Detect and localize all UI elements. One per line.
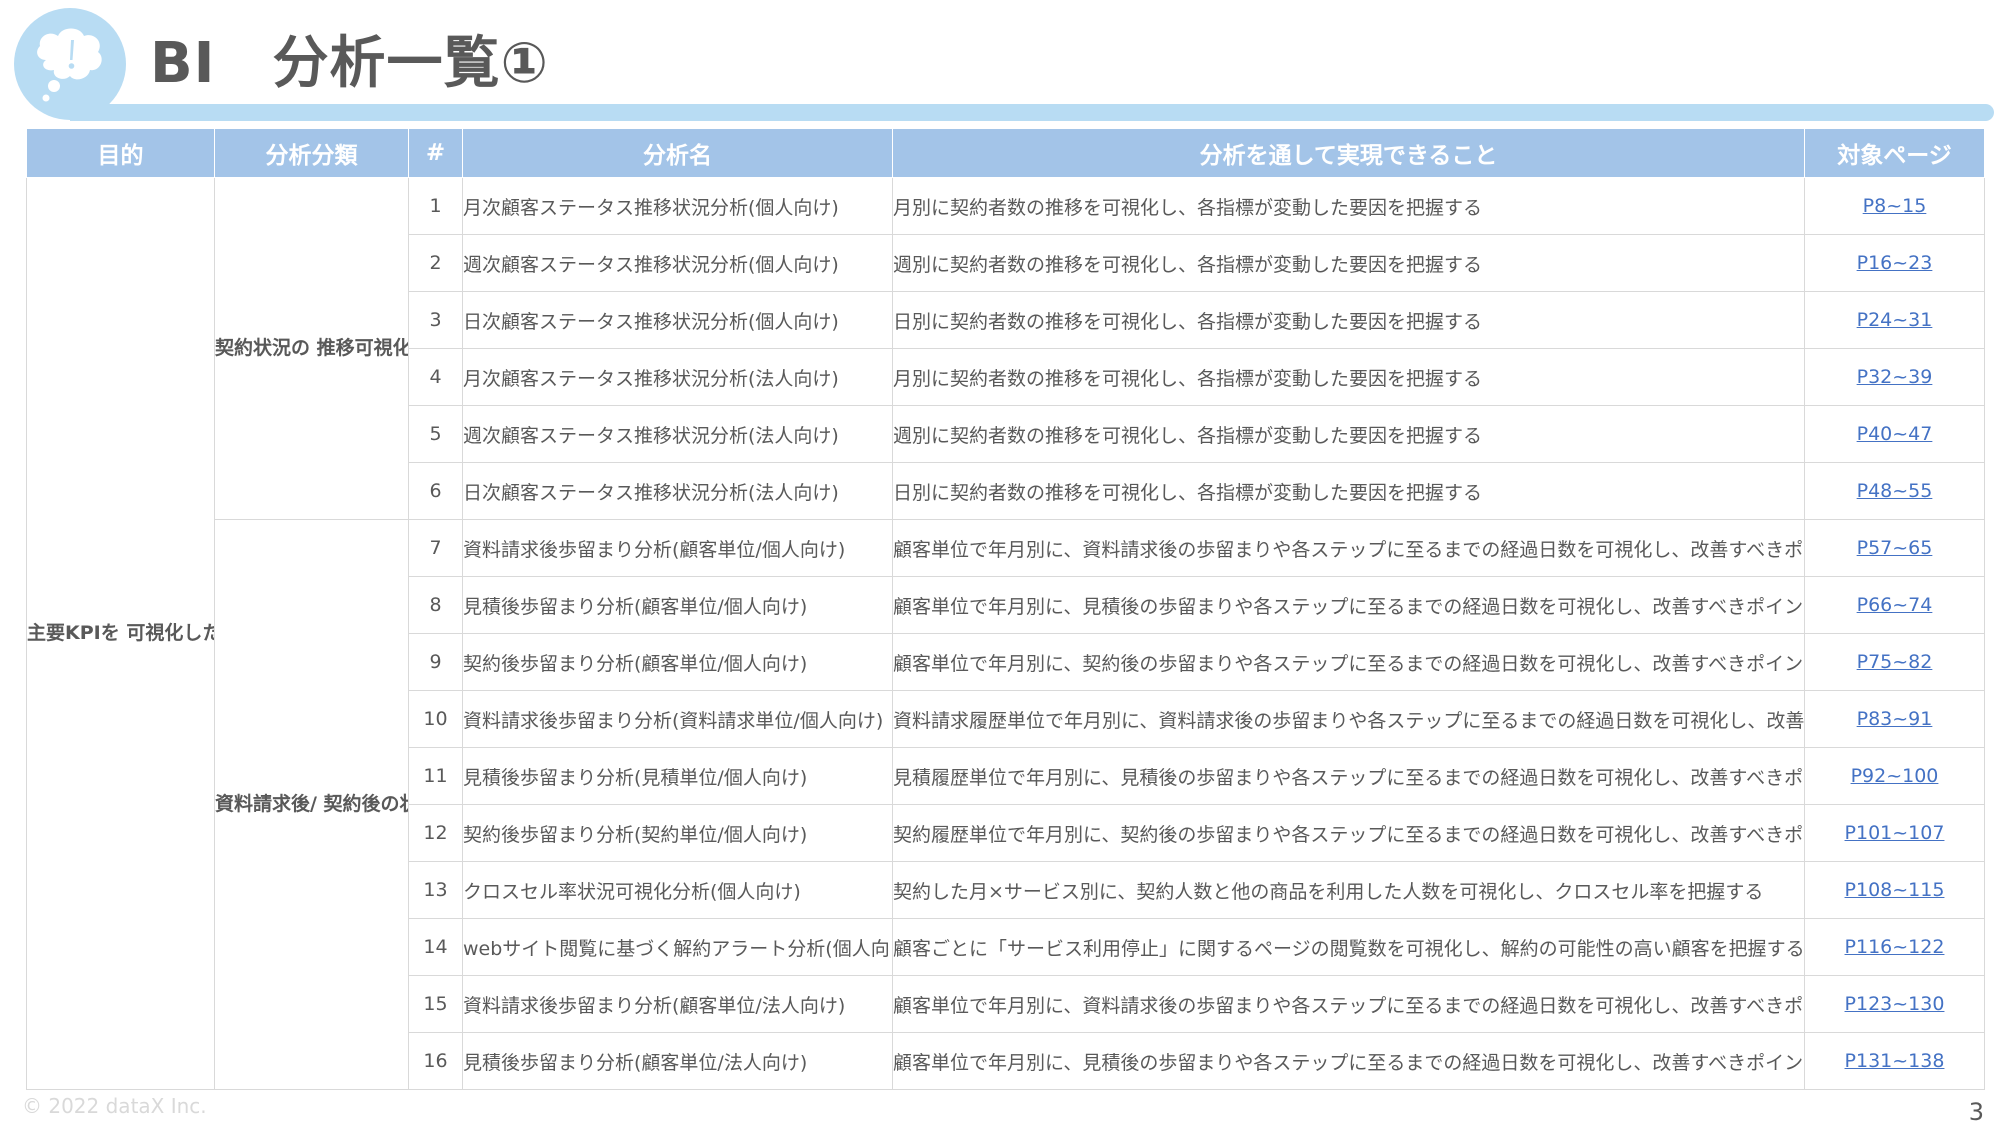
row-number: 14 [408, 918, 463, 976]
copyright-text: © 2022 dataX Inc. [22, 1094, 207, 1118]
row-number: 11 [408, 747, 463, 805]
row-number: 1 [408, 177, 463, 235]
analysis-description: 日別に契約者数の推移を可視化し、各指標が変動した要因を把握する [892, 291, 1805, 349]
analysis-name: 週次顧客ステータス推移状況分析(法人向け) [462, 405, 893, 463]
page-link[interactable]: P48~55 [1857, 480, 1933, 502]
analysis-name: 日次顧客ステータス推移状況分析(法人向け) [462, 462, 893, 520]
page-link[interactable]: P8~15 [1863, 195, 1927, 217]
row-number: 16 [408, 1032, 463, 1090]
analysis-name: 資料請求後歩留まり分析(資料請求単位/個人向け) [462, 690, 893, 748]
page-link[interactable]: P57~65 [1857, 537, 1933, 559]
page-link[interactable]: P83~91 [1857, 708, 1933, 730]
analysis-name: 見積後歩留まり分析(見積単位/個人向け) [462, 747, 893, 805]
analysis-name: 週次顧客ステータス推移状況分析(個人向け) [462, 234, 893, 292]
analysis-description: 週別に契約者数の推移を可視化し、各指標が変動した要因を把握する [892, 405, 1805, 463]
analysis-description: 顧客単位で年月別に、資料請求後の歩留まりや各ステップに至るまでの経過日数を可視化… [892, 975, 1805, 1033]
analysis-name: 資料請求後歩留まり分析(顧客単位/個人向け) [462, 519, 893, 577]
table-row: 主要KPIを 可視化したい 契約状況の 推移可視化 1 月次顧客ステータス推移状… [26, 177, 1985, 1090]
analysis-name: クロスセル率状況可視化分析(個人向け) [462, 861, 893, 919]
table-header-row: 目的 分析分類 # 分析名 分析を通して実現できること 対象ページ [26, 128, 1985, 178]
analysis-name: 月次顧客ステータス推移状況分析(法人向け) [462, 348, 893, 406]
analysis-description: 月別に契約者数の推移を可視化し、各指標が変動した要因を把握する [892, 348, 1805, 406]
page-link[interactable]: P123~130 [1845, 993, 1945, 1015]
row-number: 8 [408, 576, 463, 634]
row-number: 12 [408, 804, 463, 862]
header-purpose: 目的 [26, 128, 215, 178]
analysis-description: 顧客単位で年月別に、契約後の歩留まりや各ステップに至るまでの経過日数を可視化し、… [892, 633, 1805, 691]
page-number: 3 [1968, 1098, 1984, 1126]
category-cell-post-request: 資料請求後/ 契約後の状況の 可視化 (1/2) [214, 519, 409, 1090]
header-number: # [408, 128, 463, 178]
analysis-table: 目的 分析分類 # 分析名 分析を通して実現できること 対象ページ 主要KPIを… [26, 128, 1985, 1090]
row-number: 2 [408, 234, 463, 292]
analysis-description: 契約した月×サービス別に、契約人数と他の商品を利用した人数を可視化し、クロスセル… [892, 861, 1805, 919]
purpose-cell: 主要KPIを 可視化したい [26, 177, 215, 1090]
row-number: 15 [408, 975, 463, 1033]
analysis-name: 日次顧客ステータス推移状況分析(個人向け) [462, 291, 893, 349]
title-underline-bar [70, 104, 1994, 121]
analysis-description: 月別に契約者数の推移を可視化し、各指標が変動した要因を把握する [892, 177, 1805, 235]
header-target-page: 対象ページ [1804, 128, 1985, 178]
page-link[interactable]: P101~107 [1845, 822, 1945, 844]
row-number: 7 [408, 519, 463, 577]
page-link[interactable]: P75~82 [1857, 651, 1933, 673]
analysis-description: 週別に契約者数の推移を可視化し、各指標が変動した要因を把握する [892, 234, 1805, 292]
header-category: 分析分類 [214, 128, 409, 178]
row-number: 6 [408, 462, 463, 520]
analysis-name: 月次顧客ステータス推移状況分析(個人向け) [462, 177, 893, 235]
category-cell-contract-trend: 契約状況の 推移可視化 [214, 177, 409, 520]
analysis-description: 日別に契約者数の推移を可視化し、各指標が変動した要因を把握する [892, 462, 1805, 520]
analysis-name: 資料請求後歩留まり分析(顧客単位/法人向け) [462, 975, 893, 1033]
page-link[interactable]: P24~31 [1857, 309, 1933, 331]
analysis-description: 見積履歴単位で年月別に、見積後の歩留まりや各ステップに至るまでの経過日数を可視化… [892, 747, 1805, 805]
analysis-description: 顧客単位で年月別に、見積後の歩留まりや各ステップに至るまでの経過日数を可視化し、… [892, 1032, 1805, 1090]
analysis-description: 資料請求履歴単位で年月別に、資料請求後の歩留まりや各ステップに至るまでの経過日数… [892, 690, 1805, 748]
header-description: 分析を通して実現できること [892, 128, 1805, 178]
analysis-description: 顧客単位で年月別に、見積後の歩留まりや各ステップに至るまでの経過日数を可視化し、… [892, 576, 1805, 634]
page-link[interactable]: P108~115 [1845, 879, 1945, 901]
row-number: 10 [408, 690, 463, 748]
page-link[interactable]: P40~47 [1857, 423, 1933, 445]
page-link[interactable]: P92~100 [1851, 765, 1939, 787]
analysis-description: 契約履歴単位で年月別に、契約後の歩留まりや各ステップに至るまでの経過日数を可視化… [892, 804, 1805, 862]
analysis-description: 顧客ごとに「サービス利用停止」に関するページの閲覧数を可視化し、解約の可能性の高… [892, 918, 1805, 976]
page-title: BI 分析一覧① [150, 31, 549, 96]
row-number: 13 [408, 861, 463, 919]
page-link[interactable]: P66~74 [1857, 594, 1933, 616]
header-analysis-name: 分析名 [462, 128, 893, 178]
page-link[interactable]: P116~122 [1845, 936, 1945, 958]
row-number: 9 [408, 633, 463, 691]
analysis-name: 見積後歩留まり分析(顧客単位/個人向け) [462, 576, 893, 634]
row-number: 3 [408, 291, 463, 349]
thought-bubble-exclamation-icon [37, 28, 102, 102]
table-row: 資料請求後/ 契約後の状況の 可視化 (1/2) 7 資料請求後歩留まり分析(顧… [27, 519, 1985, 1090]
analysis-name: 契約後歩留まり分析(顧客単位/個人向け) [462, 633, 893, 691]
page-link[interactable]: P16~23 [1857, 252, 1933, 274]
page-link[interactable]: P32~39 [1857, 366, 1933, 388]
row-number: 4 [408, 348, 463, 406]
analysis-description: 顧客単位で年月別に、資料請求後の歩留まりや各ステップに至るまでの経過日数を可視化… [892, 519, 1805, 577]
row-number: 5 [408, 405, 463, 463]
analysis-name: webサイト閲覧に基づく解約アラート分析(個人向け) [462, 918, 893, 976]
analysis-name: 見積後歩留まり分析(顧客単位/法人向け) [462, 1032, 893, 1090]
page-link[interactable]: P131~138 [1845, 1050, 1945, 1072]
analysis-name: 契約後歩留まり分析(契約単位/個人向け) [462, 804, 893, 862]
